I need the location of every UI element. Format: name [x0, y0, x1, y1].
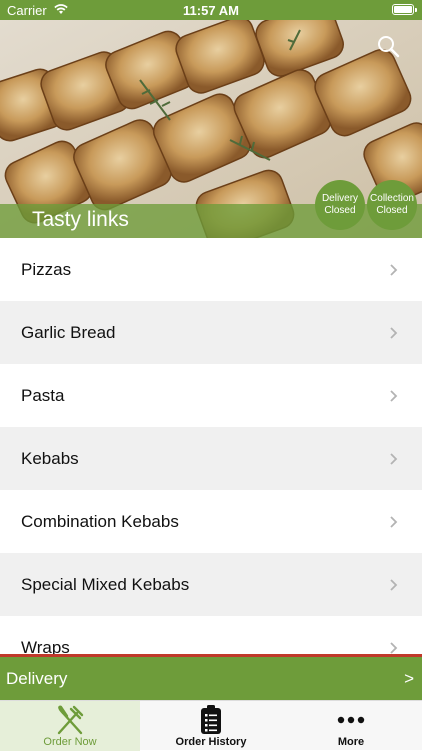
category-list: Pizzas Garlic Bread Pasta Kebabs Combina…	[0, 238, 422, 654]
delivery-arrow-icon: >	[404, 668, 414, 688]
tab-bar: Order Now Order History More	[0, 700, 422, 751]
category-row-special-mixed-kebabs[interactable]: Special Mixed Kebabs	[0, 553, 422, 616]
chevron-right-icon	[390, 578, 398, 591]
header-hero: Tasty links Delivery Closed Collection C…	[0, 20, 422, 238]
chevron-right-icon	[390, 326, 398, 339]
clipboard-icon	[201, 705, 221, 734]
tab-label: More	[337, 736, 365, 748]
category-label: Special Mixed Kebabs	[21, 574, 190, 594]
category-label: Garlic Bread	[21, 322, 116, 342]
battery-icon	[392, 4, 417, 15]
chevron-right-icon	[390, 641, 398, 654]
more-dots-icon	[337, 716, 365, 724]
delivery-mode-label: Delivery	[6, 668, 68, 688]
tab-label: Order History	[175, 736, 247, 748]
fork-knife-icon	[57, 705, 84, 735]
delivery-mode-bar[interactable]: Delivery >	[0, 654, 422, 700]
category-row-combination-kebabs[interactable]: Combination Kebabs	[0, 490, 422, 553]
category-label: Pasta	[21, 385, 65, 405]
category-label: Pizzas	[21, 259, 72, 279]
chevron-right-icon	[390, 515, 398, 528]
status-bar: Carrier 11:57 AM	[0, 0, 422, 20]
tab-more[interactable]: More	[281, 701, 421, 751]
delivery-status-badge: Delivery Closed	[315, 180, 365, 230]
chevron-right-icon	[390, 452, 398, 465]
category-row-kebabs[interactable]: Kebabs	[0, 427, 422, 490]
category-label: Wraps	[21, 637, 70, 655]
delivery-status-title: Delivery	[321, 193, 359, 204]
delivery-status-value: Closed	[324, 205, 356, 216]
category-row-pasta[interactable]: Pasta	[0, 364, 422, 427]
collection-status-title: Collection	[370, 193, 414, 204]
category-label: Combination Kebabs	[21, 511, 179, 531]
collection-status-badge: Collection Closed	[367, 180, 417, 230]
chevron-right-icon	[390, 389, 398, 402]
tab-order-history[interactable]: Order History	[141, 701, 281, 751]
page-title: Tasty links	[32, 208, 129, 231]
category-row-pizzas[interactable]: Pizzas	[0, 238, 422, 301]
tab-label: Order Now	[43, 736, 97, 748]
clock: 11:57 AM	[183, 3, 239, 18]
category-row-wraps[interactable]: Wraps	[0, 616, 422, 654]
search-icon[interactable]	[376, 34, 400, 58]
chevron-right-icon	[390, 263, 398, 276]
tab-order-now[interactable]: Order Now	[0, 701, 140, 751]
category-label: Kebabs	[21, 448, 79, 468]
category-row-garlic-bread[interactable]: Garlic Bread	[0, 301, 422, 364]
collection-status-value: Closed	[376, 205, 408, 216]
